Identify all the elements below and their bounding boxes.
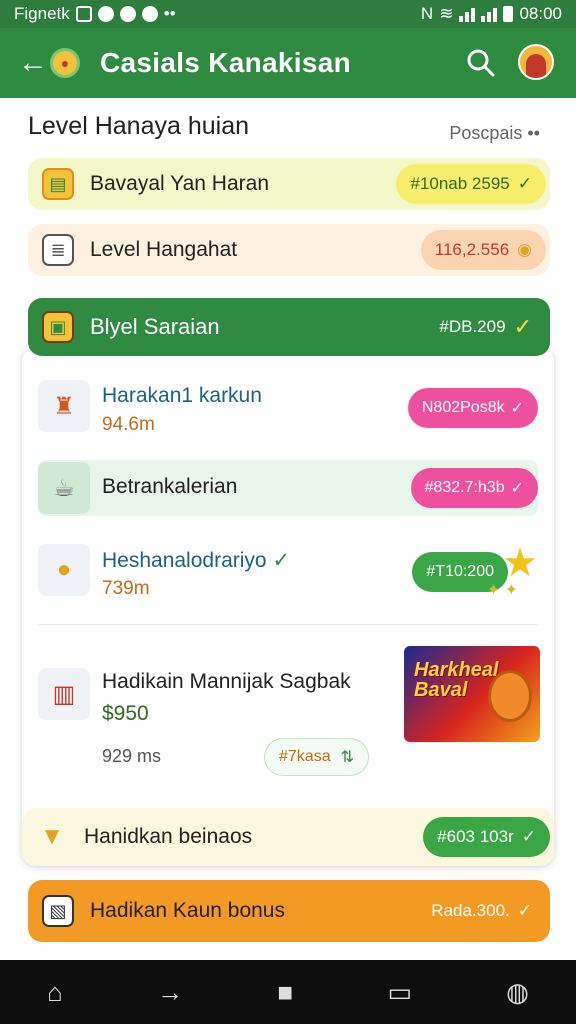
ice-cream-icon: ▼	[40, 823, 64, 850]
item-time: 929 ms	[102, 746, 162, 766]
snack-bag-icon: ▥	[38, 668, 90, 720]
bottom-row[interactable]: ▧ Hadikan Kaun bonus Rada.300. ✓	[28, 880, 550, 942]
summary-row-label: Level Hangahat	[90, 238, 238, 261]
app-logo-icon: ●	[50, 48, 80, 78]
item-value-pill: N802Pos8k ✓	[407, 388, 538, 428]
check-icon: ✓	[517, 174, 532, 193]
summary-row[interactable]: ▤ Bavayal Yan Haran #10nab 2595 ✓	[28, 158, 550, 210]
summary-row-value: #10nab 2595 ✓	[396, 164, 546, 204]
item-title: Hadikain Mannijak Sagbak	[102, 670, 351, 693]
divider	[38, 624, 538, 625]
cup-icon: ☕	[38, 462, 90, 514]
status-carrier: Fignetk	[14, 4, 70, 23]
summary-row[interactable]: ≣ Level Hangahat 116,2.556 ◉	[28, 224, 550, 276]
promo-text: Harkheal Baval	[414, 659, 499, 701]
check-icon: ✓	[510, 480, 524, 497]
item-value-pill: #832.7:h3b ✓	[410, 468, 538, 508]
jar-icon: ♜	[38, 380, 90, 432]
main-content: Level Hanaya huian Poscpais •• ▤ Bavayal…	[0, 98, 576, 960]
wallet-icon[interactable]: ▭	[387, 977, 412, 1008]
item-subtitle: 94.6m	[102, 414, 155, 435]
status-time: 08:00	[519, 4, 562, 23]
coin-jar-icon: ●	[38, 544, 90, 596]
item-title: Heshanalodrariyo ✓	[102, 549, 291, 572]
chicken-icon	[488, 670, 532, 722]
summary-row-value: 116,2.556 ◉	[420, 230, 546, 270]
bottom-row[interactable]: ▼ Hanidkan beinaos #603 103r ✓	[22, 808, 554, 866]
status-bar: Fignetk •• N ≋ 08:00	[0, 0, 576, 28]
ticket-icon: ▣	[42, 311, 74, 343]
card-header-value: #DB.209 ✓	[439, 314, 532, 339]
vibrate-icon: N	[420, 4, 434, 23]
promo-image[interactable]: Harkheal Baval	[404, 646, 540, 742]
signal-icon	[481, 6, 498, 22]
item-title: Betrankalerian	[102, 475, 238, 498]
battery-icon	[503, 6, 514, 22]
status-bar-left: Fignetk ••	[14, 4, 176, 24]
document-icon: ≣	[42, 234, 74, 266]
page-title: Casials Kanakisan	[100, 47, 352, 78]
back-arrow-icon[interactable]: ←	[18, 46, 48, 80]
avatar[interactable]	[518, 44, 554, 80]
transaction-card: ♜ Harakan1 karkun 94.6m N802Pos8k ✓ ☕ Bet…	[22, 348, 554, 866]
home-icon[interactable]: ⌂	[47, 977, 63, 1008]
card-header[interactable]: ▣ Blyel Saraian #DB.209 ✓	[28, 298, 550, 356]
profile-icon[interactable]: ◍	[506, 977, 529, 1008]
app-notification-icon	[119, 6, 136, 22]
check-icon: ✓	[517, 901, 532, 920]
square-icon[interactable]: ■	[277, 977, 293, 1008]
more-notifications-icon: ••	[163, 4, 176, 23]
confetti-icon: ✦ ✦	[486, 582, 518, 599]
summary-row-label: Bavayal Yan Haran	[90, 172, 270, 195]
check-icon: ✓	[513, 314, 532, 339]
app-notification-icon	[97, 6, 114, 22]
sort-icon: ⇅	[340, 749, 354, 766]
item-subtitle: 739m	[102, 578, 150, 599]
wifi-icon: ≋	[439, 4, 454, 23]
check-icon: ✓	[272, 549, 291, 572]
wallet-icon: ▤	[42, 168, 74, 200]
item-title: Harakan1 karkun	[102, 384, 262, 407]
bottom-row-label: Hanidkan beinaos	[84, 825, 253, 848]
bottom-row-value: Rada.300. ✓	[431, 901, 532, 920]
section-title: Level Hanaya huian	[28, 112, 249, 140]
item-price: $950	[102, 702, 149, 725]
receipt-icon: ▧	[42, 895, 74, 927]
forward-arrow-icon[interactable]: →	[157, 977, 183, 1008]
signal-icon	[459, 6, 476, 22]
app-notification-icon	[141, 6, 158, 22]
check-icon: ✓	[510, 400, 524, 417]
section-action-link[interactable]: Poscpais ••	[449, 123, 540, 144]
list-item[interactable]: ♜ Harakan1 karkun 94.6m N802Pos8k ✓	[38, 376, 538, 436]
notification-icon	[75, 6, 92, 22]
search-icon[interactable]	[466, 48, 496, 78]
item-tag-pill[interactable]: #7kasa ⇅	[264, 738, 369, 776]
bottom-nav: ⌂ → ■ ▭ ◍	[0, 960, 576, 1024]
list-item[interactable]: ● Heshanalodrariyo ✓ 739m #T10:200 ★ ✦ ✦	[38, 540, 538, 612]
status-bar-right: N ≋ 08:00	[421, 4, 562, 24]
app-bar: ← ● Casials Kanakisan	[0, 28, 576, 98]
check-icon: ✓	[521, 827, 536, 846]
bottom-row-label: Hadikan Kaun bonus	[90, 899, 285, 922]
card-header-label: Blyel Saraian	[90, 314, 220, 339]
coins-icon: ◉	[517, 240, 532, 259]
bottom-row-value: #603 103r ✓	[423, 817, 550, 857]
list-item[interactable]: ☕ Betrankalerian #832.7:h3b ✓	[38, 460, 538, 516]
